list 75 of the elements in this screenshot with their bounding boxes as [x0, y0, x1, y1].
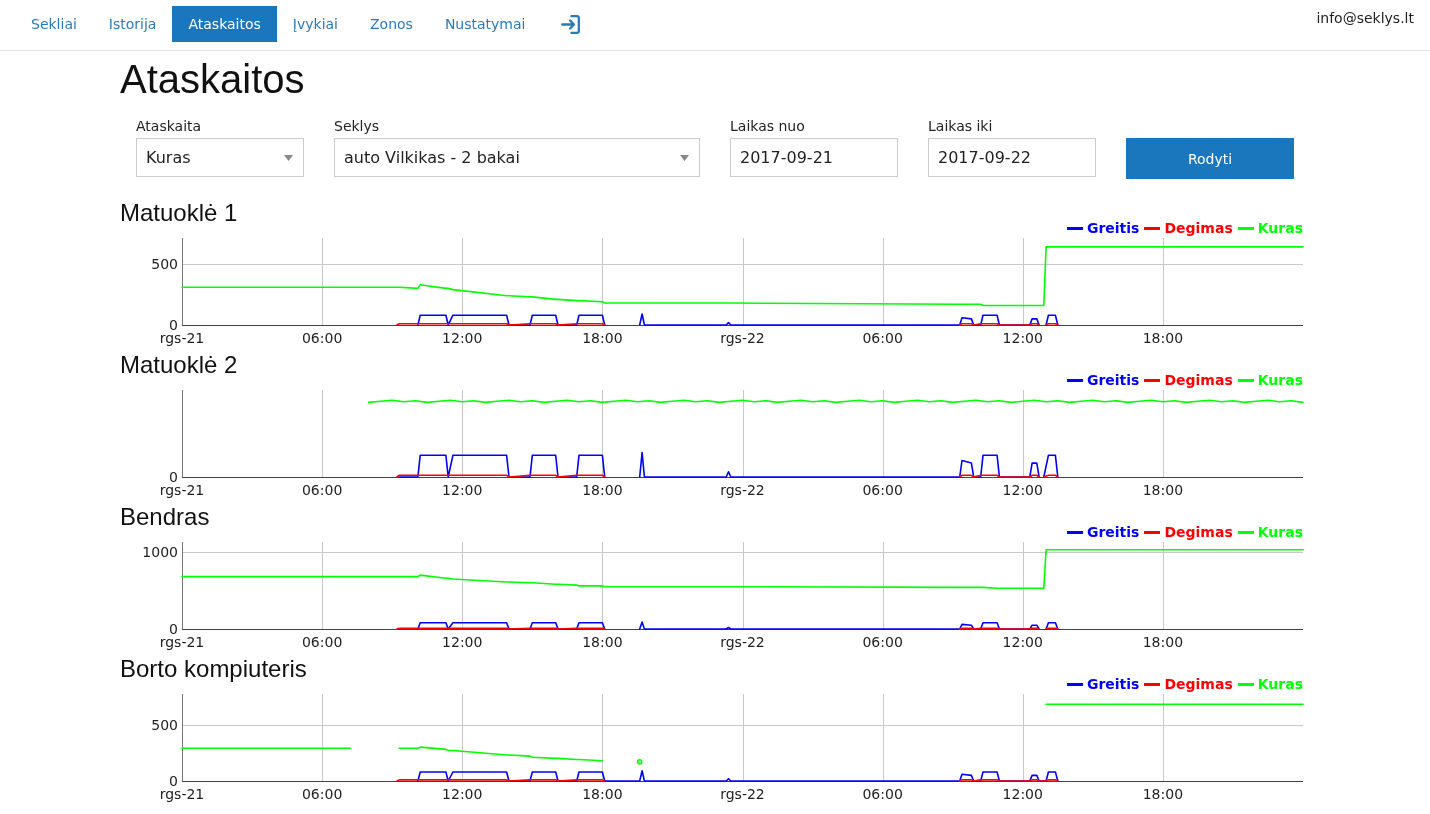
user-email: info@seklys.lt [1316, 9, 1414, 27]
axis-label: rgs-21 [159, 482, 205, 498]
legend-label: Greitis [1086, 524, 1140, 540]
nav-tab[interactable]: Istorija [92, 6, 173, 42]
caret-icon [284, 154, 293, 161]
axis-label: 06:00 [301, 482, 343, 498]
axis-label: 12:00 [442, 482, 483, 498]
legend-label: Kuras [1257, 372, 1303, 388]
date-input[interactable]: 2017-09-22 [928, 138, 1096, 177]
field-label: Ataskaita [136, 117, 202, 135]
axis-label: 0 [169, 773, 178, 789]
legend-label: Greitis [1086, 220, 1140, 236]
axis-label: 12:00 [442, 634, 483, 650]
axis-label: 500 [151, 256, 178, 272]
nav-tab[interactable]: Įvykiai [276, 6, 354, 42]
axis-label: rgs-22 [720, 634, 765, 650]
legend-label: Degimas [1164, 524, 1233, 540]
axis-label: 1000 [142, 544, 178, 560]
date-input[interactable]: 2017-09-21 [730, 138, 898, 177]
axis-label: 18:00 [1142, 786, 1184, 802]
field-label: Seklys [334, 117, 380, 135]
legend-label: Greitis [1086, 372, 1140, 388]
legend-label: Kuras [1257, 524, 1303, 540]
axis-label: 06:00 [301, 330, 343, 346]
page-title: Ataskaitos [120, 57, 306, 101]
legend-label: Kuras [1257, 676, 1303, 692]
nav-tab[interactable]: Sekliai [15, 6, 93, 42]
axis-label: 06:00 [862, 634, 903, 650]
axis-label: 12:00 [1002, 634, 1043, 650]
axis-label: rgs-22 [720, 330, 765, 346]
arrow-into-box-icon[interactable] [560, 13, 582, 35]
axis-label: rgs-22 [720, 482, 765, 498]
axis-label: 12:00 [1002, 786, 1043, 802]
axis-label: 18:00 [1142, 482, 1184, 498]
nav-tab[interactable]: Ataskaitos [172, 6, 277, 42]
chart-title: Bendras [120, 502, 210, 532]
chart-title: Borto kompiuteris [120, 654, 307, 684]
chart-title: Matuoklė 1 [120, 198, 238, 228]
axis-label: 18:00 [582, 786, 623, 802]
axis-label: 06:00 [862, 786, 903, 802]
legend-label: Degimas [1164, 676, 1233, 692]
axis-label: 500 [151, 716, 178, 733]
nav-tab[interactable]: Zonos [354, 6, 429, 42]
select-field[interactable]: Kuras [136, 138, 304, 177]
axis-label: 12:00 [1002, 330, 1043, 346]
chart-title: Matuoklė 2 [120, 350, 238, 380]
axis-label: 18:00 [582, 330, 623, 346]
axis-label: 06:00 [862, 330, 903, 346]
select-field[interactable]: auto Vilkikas - 2 bakai [334, 138, 700, 177]
axis-label: 0 [169, 621, 178, 637]
field-label: Laikas iki [928, 117, 993, 135]
axis-label: 12:00 [442, 786, 483, 802]
axis-label: 18:00 [582, 482, 623, 498]
axis-label: rgs-21 [159, 634, 205, 650]
caret-icon [680, 154, 689, 161]
legend-label: Degimas [1164, 372, 1233, 388]
axis-label: 18:00 [1142, 634, 1184, 650]
axis-label: 12:00 [442, 330, 483, 346]
legend-label: Greitis [1086, 676, 1140, 692]
legend-label: Degimas [1164, 220, 1233, 236]
axis-label: rgs-21 [159, 786, 205, 802]
axis-label: 18:00 [582, 634, 623, 650]
show-button[interactable]: Rodyti [1126, 138, 1294, 179]
nav-tab[interactable]: Nustatymai [428, 6, 542, 42]
field-label: Laikas nuo [730, 117, 805, 135]
axis-label: 06:00 [301, 786, 343, 802]
axis-label: 06:00 [301, 634, 343, 650]
axis-label: rgs-22 [720, 786, 765, 802]
axis-label: 06:00 [862, 482, 903, 498]
legend-label: Kuras [1257, 220, 1303, 236]
axis-label: 0 [169, 469, 178, 485]
axis-label: 0 [169, 317, 178, 333]
axis-label: rgs-21 [159, 330, 205, 346]
axis-label: 18:00 [1142, 330, 1184, 346]
axis-label: 12:00 [1002, 482, 1043, 498]
